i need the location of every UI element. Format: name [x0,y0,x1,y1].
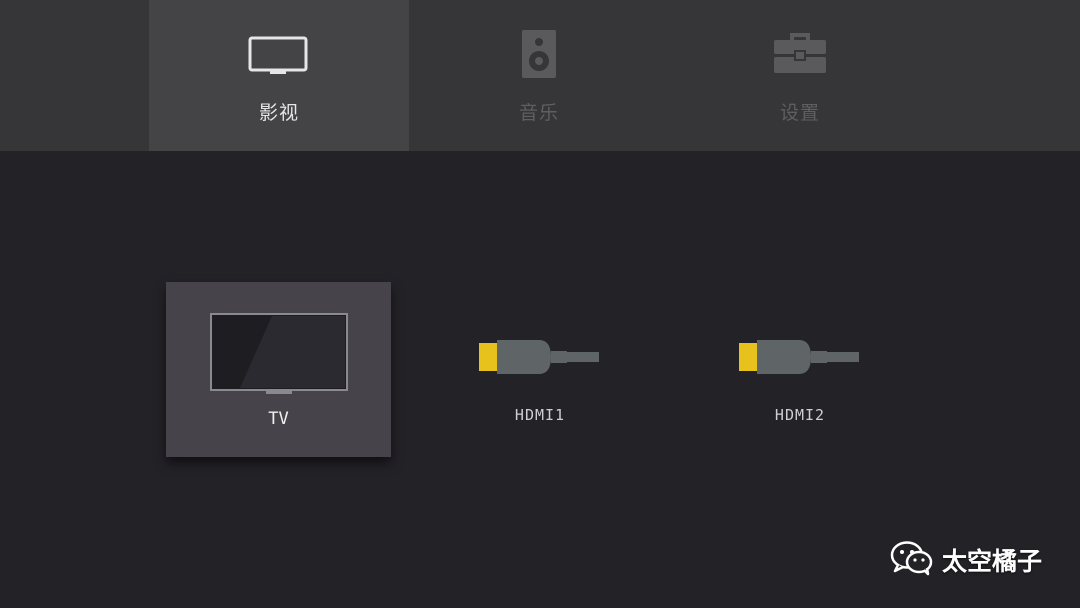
watermark: 太空橘子 [890,540,1042,580]
wechat-icon [890,540,934,580]
tab-movies[interactable]: 影视 [149,0,409,151]
watermark-text: 太空橘子 [942,547,1043,576]
source-hdmi2-label: HDMI2 [774,406,826,424]
source-hdmi1[interactable]: HDMI1 [440,320,640,430]
source-tv[interactable]: TV [166,282,391,457]
tab-music[interactable]: 音乐 [409,0,669,151]
toolbox-icon [670,28,930,78]
tv-icon [149,28,409,78]
tab-music-label: 音乐 [518,102,559,124]
source-tv-label: TV [268,409,289,429]
tab-movies-label: 影视 [258,102,299,124]
hdmi-cable-icon [739,337,861,383]
source-hdmi2[interactable]: HDMI2 [700,320,900,430]
source-hdmi1-label: HDMI1 [514,406,566,424]
tv-screen-icon [210,313,348,399]
speaker-icon [409,28,669,78]
tv-home-screen: 影视 音乐 设置 TV HDMI1 HDMI2 太空橘子 [0,0,1080,608]
tab-settings-label: 设置 [779,102,820,124]
tab-settings[interactable]: 设置 [670,0,930,151]
hdmi-cable-icon [479,337,601,383]
top-navigation: 影视 音乐 设置 [0,0,1080,151]
